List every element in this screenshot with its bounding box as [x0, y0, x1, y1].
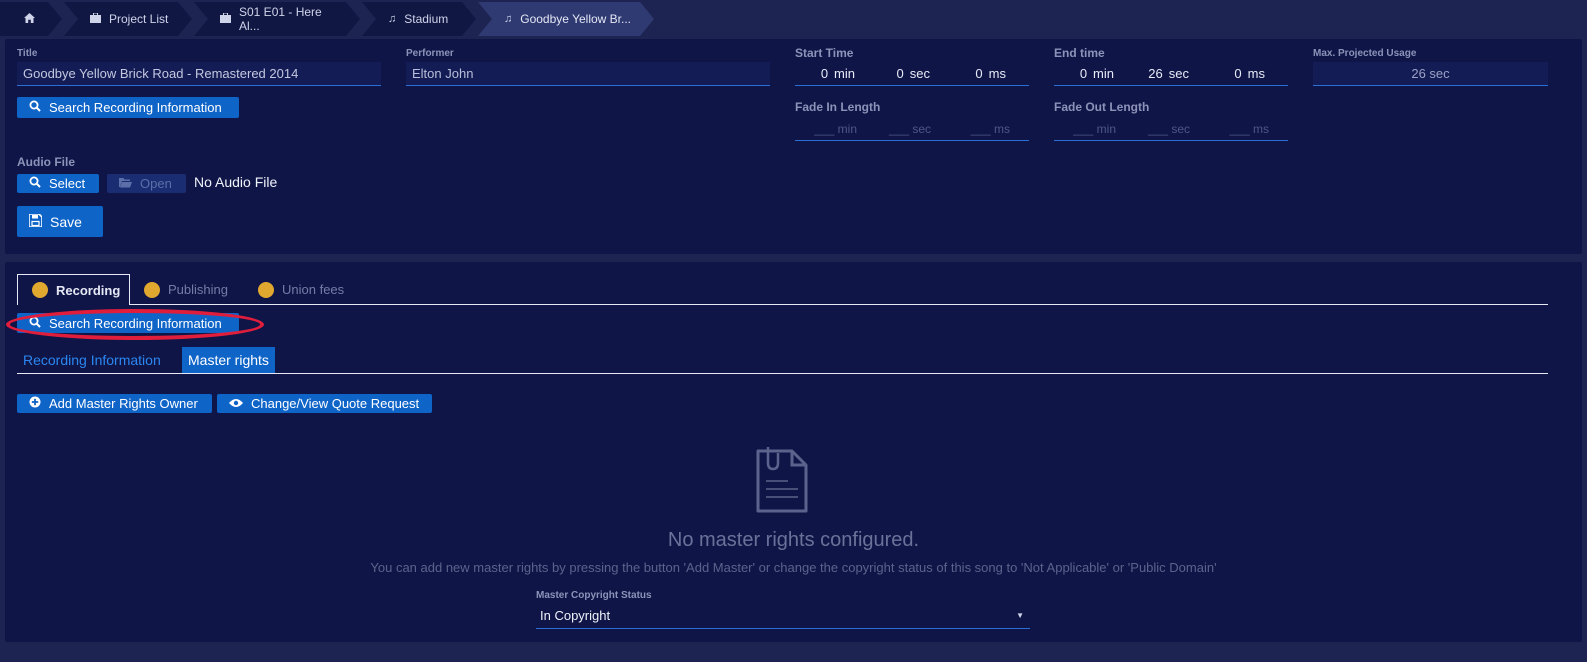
tab-recording-information[interactable]: Recording Information	[17, 347, 167, 373]
performer-label: Performer	[406, 48, 454, 59]
open-audio-button[interactable]: Open	[107, 174, 186, 193]
start-sec-value: 0	[896, 66, 904, 81]
music-note-icon: ♫	[388, 13, 397, 25]
breadcrumb-song[interactable]: ♫ Goodbye Yellow Br...	[478, 2, 654, 36]
end-ms-value: 0	[1234, 66, 1242, 81]
end-time-field[interactable]: 0 min 26 sec 0 ms	[1054, 62, 1288, 86]
breadcrumb: Project List S01 E01 - Here Al... ♫ Stad…	[0, 2, 656, 36]
eye-icon	[229, 397, 243, 411]
empty-state-subtitle: You can add new master rights by pressin…	[370, 560, 1217, 575]
fade-in-label: Fade In Length	[795, 100, 881, 114]
music-note-icon: ♫	[504, 13, 513, 25]
search-icon	[29, 176, 41, 191]
search-recording-button[interactable]: Search Recording Information	[17, 97, 239, 118]
max-usage-label: Max. Projected Usage	[1313, 48, 1417, 59]
plus-circle-icon	[29, 396, 41, 411]
breadcrumb-episode[interactable]: S01 E01 - Here Al...	[194, 2, 360, 36]
briefcase-icon	[90, 13, 101, 26]
title-label: Title	[17, 48, 38, 59]
breadcrumb-label: Stadium	[404, 12, 449, 26]
briefcase-icon	[220, 13, 231, 26]
add-master-rights-owner-button[interactable]: Add Master Rights Owner	[17, 394, 212, 413]
title-field[interactable]: Goodbye Yellow Brick Road - Remastered 2…	[17, 62, 381, 86]
rights-panel: Recording Publishing Union fees Search R…	[5, 262, 1582, 642]
change-view-quote-button[interactable]: Change/View Quote Request	[217, 394, 432, 413]
select-audio-button[interactable]: Select	[17, 174, 99, 193]
fade-out-field[interactable]: ___ min ___ sec ___ ms	[1054, 117, 1288, 141]
song-details-panel: Title Goodbye Yellow Brick Road - Remast…	[5, 39, 1582, 254]
start-time-label: Start Time	[795, 46, 854, 60]
breadcrumb-label: S01 E01 - Here Al...	[239, 5, 322, 33]
start-time-field[interactable]: 0 min 0 sec 0 ms	[795, 62, 1029, 86]
highlight-annotation	[6, 309, 264, 340]
end-sec-value: 26	[1148, 66, 1163, 81]
status-dot-icon	[258, 281, 274, 298]
audio-file-label: Audio File	[17, 155, 75, 169]
tab-union-fees[interactable]: Union fees	[258, 274, 344, 305]
master-copyright-status-select[interactable]: In Copyright ▼	[536, 604, 1030, 629]
no-audio-file-text: No Audio File	[194, 174, 278, 190]
breadcrumb-project-list[interactable]: Project List	[64, 2, 192, 36]
start-ms-value: 0	[975, 66, 983, 81]
fade-out-label: Fade Out Length	[1054, 100, 1150, 114]
end-time-label: End time	[1054, 46, 1105, 60]
master-copyright-status-label: Master Copyright Status	[536, 590, 652, 601]
breadcrumb-home[interactable]	[0, 2, 62, 36]
tab-master-rights[interactable]: Master rights	[182, 347, 275, 373]
status-dot-icon	[32, 282, 48, 298]
performer-field[interactable]: Elton John	[406, 62, 770, 86]
search-icon	[29, 100, 41, 115]
folder-open-icon	[119, 177, 132, 191]
tab-recording[interactable]: Recording	[17, 274, 130, 305]
empty-document-icon	[754, 445, 810, 520]
breadcrumb-label: Goodbye Yellow Br...	[520, 12, 631, 26]
save-button[interactable]: Save	[17, 206, 103, 237]
save-icon	[28, 212, 43, 230]
tab-publishing[interactable]: Publishing	[144, 274, 228, 305]
end-min-value: 0	[1079, 66, 1088, 81]
fade-in-field[interactable]: ___ min ___ sec ___ ms	[795, 117, 1029, 141]
status-dot-icon	[144, 281, 160, 298]
home-icon	[24, 13, 35, 26]
breadcrumb-scene[interactable]: ♫ Stadium	[362, 2, 476, 36]
max-usage-field: 26 sec	[1313, 62, 1548, 86]
empty-state-title: No master rights configured.	[667, 529, 920, 551]
start-min-value: 0	[820, 66, 829, 81]
caret-down-icon: ▼	[1016, 611, 1024, 620]
breadcrumb-label: Project List	[109, 12, 169, 26]
